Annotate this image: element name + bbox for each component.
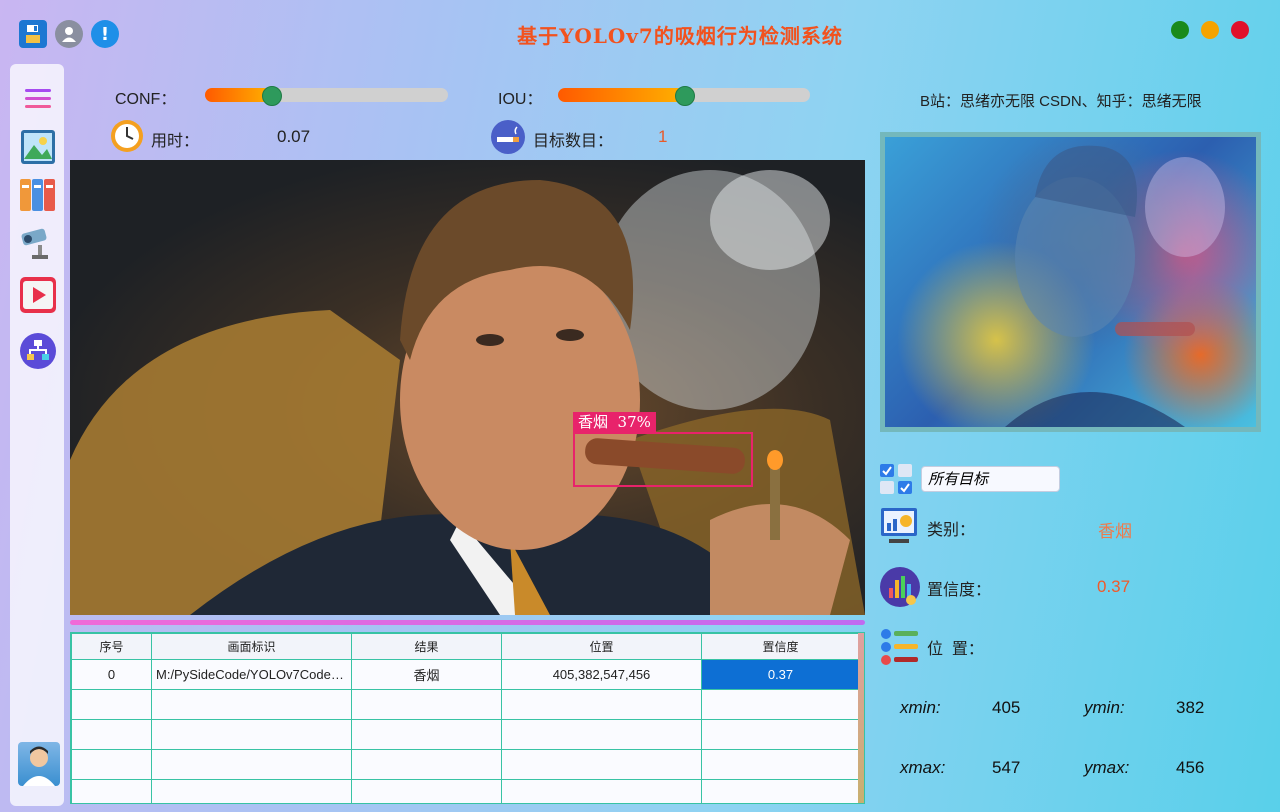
table-header-cell[interactable]: 结果	[351, 633, 502, 660]
table-cell[interactable]	[71, 779, 152, 803]
heatmap-image	[880, 132, 1261, 432]
table-cell[interactable]: 0	[71, 659, 152, 690]
video-icon[interactable]	[19, 276, 57, 314]
table-cell[interactable]	[351, 749, 502, 780]
info-icon[interactable]: !	[91, 20, 119, 48]
target-select[interactable]: 所有目标	[921, 466, 1060, 492]
xmax-label: xmax:	[900, 758, 946, 777]
table-header-cell[interactable]: 置信度	[701, 633, 860, 660]
table-cell[interactable]	[351, 719, 502, 750]
table-cell[interactable]	[501, 749, 702, 780]
model-icon[interactable]	[19, 332, 57, 370]
xmin-value: 405	[992, 698, 1021, 717]
table-cell[interactable]: 0.37	[701, 659, 860, 690]
conf-label: CONF：	[115, 91, 177, 108]
clock-icon	[110, 119, 144, 153]
conf-slider-handle[interactable]	[261, 86, 282, 106]
count-label: 目标数目：	[533, 133, 614, 150]
table-cell[interactable]	[151, 689, 352, 720]
table-cell[interactable]: 香烟	[351, 659, 502, 690]
sidebar	[10, 64, 64, 806]
table-row-empty[interactable]	[71, 749, 860, 780]
table-cell[interactable]	[701, 749, 860, 780]
time-value: 0.07	[277, 127, 311, 146]
position-icon	[879, 627, 921, 667]
class-icon	[879, 506, 919, 546]
confidence-value: 0.37	[1097, 577, 1131, 596]
table-cell[interactable]	[701, 719, 860, 750]
table-cell[interactable]	[701, 779, 860, 803]
conf-slider-fill	[205, 88, 271, 102]
user-icon[interactable]	[55, 20, 83, 48]
detection-box	[573, 432, 753, 487]
table-cell[interactable]: 405,382,547,456	[501, 659, 702, 690]
camera-icon[interactable]	[19, 224, 57, 262]
menu-icon[interactable]	[19, 80, 57, 118]
iou-slider-handle[interactable]	[675, 86, 695, 106]
checklist-icon	[879, 463, 915, 495]
confidence-icon	[879, 566, 921, 608]
close-button[interactable]	[1231, 21, 1249, 39]
table-header-row: 序号 画面标识 结果 位置 置信度	[71, 633, 860, 660]
confidence-label: 置信度：	[927, 582, 992, 599]
detection-box-label: 香烟 37%	[573, 412, 656, 432]
class-label: 类别：	[927, 522, 976, 539]
ymin-value: 382	[1176, 698, 1205, 717]
table-header-cell[interactable]: 画面标识	[151, 633, 352, 660]
ymax-value: 456	[1176, 758, 1205, 777]
iou-slider-fill	[558, 88, 684, 102]
credits-text: B站：思绪亦无限 CSDN、知乎：思绪无限	[920, 93, 1202, 110]
detection-image: 香烟 37%	[70, 160, 865, 615]
minimize-button[interactable]	[1171, 21, 1189, 39]
folder-icon[interactable]	[19, 176, 57, 214]
ymax-label: ymax:	[1084, 758, 1130, 777]
results-table-container: 序号 画面标识 结果 位置 置信度 0 M:/PySideCode/YOLOv7Code/…	[70, 632, 865, 804]
class-value: 香烟	[1098, 522, 1132, 541]
iou-slider[interactable]	[558, 86, 810, 106]
table-cell[interactable]	[151, 779, 352, 803]
conf-slider[interactable]	[205, 86, 448, 106]
results-table: 序号 画面标识 结果 位置 置信度 0 M:/PySideCode/YOLOv7Code/…	[71, 633, 860, 803]
table-cell[interactable]	[701, 689, 860, 720]
table-cell[interactable]	[151, 719, 352, 750]
table-scrollbar[interactable]	[858, 633, 864, 803]
ymin-label: ymin:	[1084, 698, 1125, 717]
table-cell[interactable]	[501, 719, 702, 750]
xmin-label: xmin:	[900, 698, 941, 717]
table-cell[interactable]	[71, 719, 152, 750]
table-header-cell[interactable]: 序号	[71, 633, 152, 660]
table-cell[interactable]	[501, 689, 702, 720]
time-label: 用时：	[151, 133, 200, 150]
iou-label: IOU：	[498, 91, 543, 108]
xmax-value: 547	[992, 758, 1021, 777]
image-icon[interactable]	[19, 128, 57, 166]
table-cell[interactable]	[501, 779, 702, 803]
table-row-empty[interactable]	[71, 779, 860, 803]
avatar[interactable]	[18, 742, 60, 786]
table-row[interactable]: 0M:/PySideCode/YOLOv7Code/smoke.jpg香烟405…	[71, 659, 860, 690]
table-cell[interactable]	[151, 749, 352, 780]
table-cell[interactable]	[71, 689, 152, 720]
cigarette-icon	[490, 119, 526, 155]
table-row-empty[interactable]	[71, 689, 860, 720]
position-label: 位 置：	[927, 641, 984, 658]
table-header-cell[interactable]: 位置	[501, 633, 702, 660]
image-divider	[70, 620, 865, 625]
table-cell[interactable]	[71, 749, 152, 780]
maximize-button[interactable]	[1201, 21, 1219, 39]
table-cell[interactable]	[351, 689, 502, 720]
app-title: 基于YOLOv7的吸烟行为检测系统	[517, 24, 843, 48]
save-icon[interactable]	[19, 20, 47, 48]
table-row-empty[interactable]	[71, 719, 860, 750]
table-cell[interactable]: M:/PySideCode/YOLOv7Code/smoke.jpg	[151, 659, 352, 690]
table-cell[interactable]	[351, 779, 502, 803]
count-value: 1	[658, 127, 668, 146]
